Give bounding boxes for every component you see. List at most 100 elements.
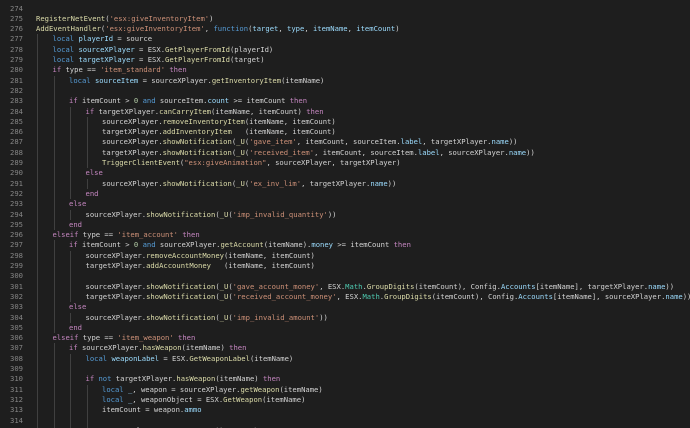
code-line[interactable]: 302 targetXPlayer.showNotification(_U('re… xyxy=(0,292,690,302)
code-line[interactable]: 314 xyxy=(0,416,690,426)
code-token: Accounts xyxy=(518,291,553,301)
code-line[interactable]: 305 end xyxy=(0,323,690,333)
code-token: function xyxy=(213,24,249,34)
code-token: getWeapon xyxy=(240,384,280,394)
code-text: if itemCount > 0 and sourceXPlayer.getAc… xyxy=(69,240,411,250)
code-line[interactable]: 303 else xyxy=(0,302,690,312)
code-text: AddEventHandler('esx:giveInventoryItem',… xyxy=(36,24,400,34)
line-number: 308 xyxy=(10,353,23,363)
code-token: then xyxy=(262,374,281,384)
code-token: GetPlayerFromId xyxy=(165,55,230,64)
code-token: >= itemCount xyxy=(229,96,290,106)
code-token: if xyxy=(85,374,99,384)
code-line[interactable]: 304 sourceXPlayer.showNotification(_U('im… xyxy=(0,313,690,323)
code-line[interactable]: 295 end xyxy=(0,220,690,230)
code-line[interactable]: 282 xyxy=(0,86,690,96)
code-token: elseif xyxy=(52,333,83,343)
code-token: GroupDigits xyxy=(384,291,432,301)
code-token: TriggerClientEvent xyxy=(102,158,180,167)
code-line[interactable]: 291 sourceXPlayer.showNotification(_U('ex… xyxy=(0,179,690,189)
code-token: and xyxy=(138,240,160,250)
code-line[interactable]: 284 if targetXPlayer.canCarryItem(itemNam… xyxy=(0,107,690,117)
code-token: (itemName, itemCount) xyxy=(231,127,336,137)
code-token: 'imp_invalid_amount' xyxy=(232,312,320,322)
code-line[interactable]: 279 local targetXPlayer = ESX.GetPlayerFr… xyxy=(0,55,690,65)
code-line[interactable]: 297 if itemCount > 0 and sourceXPlayer.ge… xyxy=(0,240,690,250)
code-token: name xyxy=(370,178,388,188)
code-line[interactable]: 280 if type == 'item_standard' then xyxy=(0,65,690,75)
code-line[interactable]: 288 targetXPlayer.showNotification(_U('re… xyxy=(0,148,690,158)
code-line[interactable]: 286 targetXPlayer.addInventoryItem (itemN… xyxy=(0,127,690,137)
code-text: sourceXPlayer.removeAccountMoney(itemNam… xyxy=(86,251,315,261)
code-token: "esx:giveAnimation" xyxy=(184,158,267,167)
code-line[interactable]: 274 xyxy=(0,4,690,14)
code-line[interactable]: 287 sourceXPlayer.showNotification(_U('ga… xyxy=(0,137,690,147)
code-line[interactable]: 293 else xyxy=(0,199,690,209)
code-token: (itemName) xyxy=(281,75,325,85)
code-token: , weapon = sourceXPlayer. xyxy=(132,384,241,394)
code-token: label xyxy=(400,137,423,147)
code-text: if not targetXPlayer.hasWeapon(itemName)… xyxy=(86,374,281,384)
code-line[interactable]: 312 local _, weaponObject = ESX.GetWeapon… xyxy=(0,395,690,405)
code-token: 'gave_account_money' xyxy=(232,281,320,291)
code-line[interactable]: 310 if not targetXPlayer.hasWeapon(itemNa… xyxy=(0,374,690,384)
code-token: end xyxy=(85,188,99,198)
code-token: hasWeapon xyxy=(142,343,182,353)
code-line[interactable]: 292 end xyxy=(0,189,690,199)
code-token: count xyxy=(207,96,230,106)
code-line[interactable]: 290 else xyxy=(0,168,690,178)
code-line[interactable]: 307 if sourceXPlayer.hasWeapon(itemName) … xyxy=(0,343,690,353)
code-line[interactable]: 298 sourceXPlayer.removeAccountMoney(item… xyxy=(0,251,690,261)
code-line[interactable]: 306 elseif type == 'item_weapon' then xyxy=(0,333,690,343)
line-number: 305 xyxy=(10,322,23,332)
code-token: , targetXPlayer. xyxy=(422,137,492,147)
line-number: 286 xyxy=(10,127,23,137)
line-number: 280 xyxy=(10,65,23,75)
code-line[interactable]: 313 itemCount = weapon.ammo xyxy=(0,405,690,415)
code-line[interactable]: 289 TriggerClientEvent("esx:giveAnimation… xyxy=(0,158,690,168)
code-token: if xyxy=(69,343,82,353)
line-number: 285 xyxy=(10,116,23,126)
line-number: 279 xyxy=(10,55,23,64)
code-token: targetXPlayer. xyxy=(85,291,147,301)
code-line[interactable]: 294 sourceXPlayer.showNotification(_U('im… xyxy=(0,210,690,220)
code-token: (playerId) xyxy=(229,44,274,54)
line-number: 287 xyxy=(10,137,23,147)
code-token: sourceXPlayer xyxy=(78,44,135,54)
line-number: 310 xyxy=(10,374,23,384)
code-line[interactable]: 311 local _, weapon = sourceXPlayer.getWe… xyxy=(0,385,690,395)
code-token: end xyxy=(69,322,82,332)
code-token: and xyxy=(138,96,160,106)
code-token: (target) xyxy=(229,55,265,64)
code-line[interactable]: 296 elseif type == 'item_account' then xyxy=(0,230,690,240)
code-token: then xyxy=(393,240,411,250)
code-token: canCarryItem xyxy=(159,106,212,116)
code-line[interactable]: 276 AddEventHandler('esx:giveInventoryIte… xyxy=(0,24,690,34)
code-editor[interactable]: 274 275 RegisterNetEvent('esx:giveInventor… xyxy=(0,0,690,428)
code-line[interactable]: 278 local sourceXPlayer = ESX.GetPlayerFr… xyxy=(0,45,690,55)
code-token: Math xyxy=(362,291,380,301)
code-line[interactable]: 308 local weaponLabel = ESX.GetWeaponLabe… xyxy=(0,354,690,364)
code-token: playerId xyxy=(78,34,114,44)
code-token: type == xyxy=(82,230,118,240)
code-token: (itemName) xyxy=(215,374,263,384)
code-line[interactable]: 300 xyxy=(0,271,690,281)
code-line[interactable]: 283 if itemCount > 0 and sourceItem.count… xyxy=(0,96,690,106)
code-line[interactable]: 309 xyxy=(0,364,690,374)
code-token: then xyxy=(289,96,308,106)
code-line[interactable]: 301 sourceXPlayer.showNotification(_U('ga… xyxy=(0,282,690,292)
code-line[interactable]: 281 local sourceItem = sourceXPlayer.getI… xyxy=(0,76,690,86)
code-line[interactable]: 285 sourceXPlayer.removeInventoryItem(ite… xyxy=(0,117,690,127)
code-line[interactable]: 277 local playerId = source xyxy=(0,34,690,44)
code-line[interactable]: 275 RegisterNetEvent('esx:giveInventoryIt… xyxy=(0,14,690,24)
line-number: 281 xyxy=(10,75,23,85)
code-token: if xyxy=(52,65,66,75)
line-number: 309 xyxy=(10,364,23,373)
code-text: targetXPlayer.showNotification(_U('recei… xyxy=(86,292,690,302)
line-number: 306 xyxy=(10,333,23,343)
code-line[interactable]: 299 targetXPlayer.addAccountMoney (itemNa… xyxy=(0,261,690,271)
code-token: then xyxy=(173,333,196,343)
code-text: sourceXPlayer.showNotification(_U('ex_in… xyxy=(102,179,396,189)
code-token: (itemName) xyxy=(181,343,230,353)
code-token: ) xyxy=(395,24,400,34)
